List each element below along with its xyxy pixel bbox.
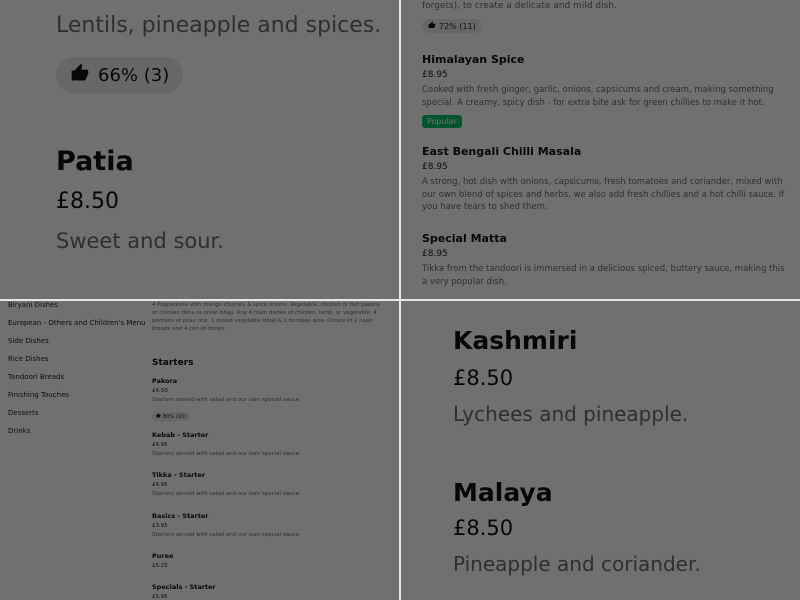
sidebar-item-rice-dishes[interactable]: Rice Dishes xyxy=(8,355,49,363)
sidebar-item-side-dishes[interactable]: Side Dishes xyxy=(8,337,49,345)
menu-item[interactable]: Tikka - Starter £4.95 Starters served wi… xyxy=(152,471,392,497)
item-name: Malaya xyxy=(453,478,553,507)
item-price: £3.95 xyxy=(152,523,168,529)
zoom-panel-kashmiri-malaya: Kashmiri £8.50 Lychees and pineapple. Ma… xyxy=(401,301,800,600)
item-price: £4.95 xyxy=(152,442,168,448)
menu-page-panel: Biryani Dishes European - Others and Chi… xyxy=(0,301,399,600)
menu-item[interactable]: Puree £5.25 xyxy=(152,552,392,569)
item-price: £4.95 xyxy=(152,482,168,488)
rating-value: 72% (11) xyxy=(439,21,476,31)
item-price: £8.95 xyxy=(422,249,448,259)
item-price: £8.95 xyxy=(422,162,448,172)
item-description: Lychees and pineapple. xyxy=(453,402,689,426)
zoom-panel-patia: Lentils, pineapple and spices. 66% (3) P… xyxy=(0,0,399,299)
item-price: £4.50 xyxy=(152,388,168,394)
item-description: Starters served with salad and our own s… xyxy=(152,397,299,403)
thumbs-up-icon xyxy=(70,63,90,88)
menu-item[interactable]: Special Matta £8.95 Tikka from the tando… xyxy=(422,232,792,288)
rating-pill: 72% (11) xyxy=(422,19,482,33)
item-name: Pakora xyxy=(152,377,178,385)
item-price: £8.50 xyxy=(453,366,514,390)
item-name: Kebab - Starter xyxy=(152,431,209,439)
item-price: £8.50 xyxy=(453,516,514,540)
menu-item[interactable]: Pakora £4.50 Starters served with salad … xyxy=(152,377,392,422)
zoom-panel-dishes: forgets), to create a delicate and mild … xyxy=(401,0,800,299)
item-description: Sweet and sour. xyxy=(56,229,224,253)
menu-item[interactable]: Basics - Starter £3.95 Starters served w… xyxy=(152,512,392,538)
item-name: Basics - Starter xyxy=(152,512,209,520)
sidebar-item-tandoori-breads[interactable]: Tandoori Breads xyxy=(8,373,64,381)
item-name: East Bengali Chilli Masala xyxy=(422,145,582,158)
sidebar-item-finishing-touches[interactable]: Finishing Touches xyxy=(8,391,69,399)
item-price: £5.25 xyxy=(152,563,168,569)
menu-item[interactable]: Specials - Starter £5.95 xyxy=(152,583,392,600)
thumbs-up-icon xyxy=(428,21,436,31)
rating-pill: 66% (3) xyxy=(56,57,184,93)
item-description: Starters served with salad and our own s… xyxy=(152,491,299,497)
popular-badge: Popular xyxy=(422,115,462,128)
rating-value: 80% (10) xyxy=(163,413,186,420)
meal-deal-description: 4 Poppadoms with mango chutney & spice o… xyxy=(152,302,380,332)
item-name: Kashmiri xyxy=(453,326,578,355)
sidebar-item-european[interactable]: European - Others and Children's Menu xyxy=(8,319,146,327)
rating-value: 66% (3) xyxy=(98,64,170,86)
rating-pill: 80% (10) xyxy=(152,412,190,421)
item-name: Special Matta xyxy=(422,232,507,245)
panel-divider xyxy=(0,299,800,301)
item-name: Himalayan Spice xyxy=(422,53,525,66)
item-price: £5.95 xyxy=(152,594,168,600)
prev-item-description: forgets), to create a delicate and mild … xyxy=(422,1,617,11)
thumbs-up-icon xyxy=(156,413,161,420)
item-price: £8.50 xyxy=(56,189,119,214)
item-price: £8.95 xyxy=(422,70,448,80)
item-name: Puree xyxy=(152,552,174,560)
item-name: Tikka - Starter xyxy=(152,471,206,479)
menu-item[interactable]: East Bengali Chilli Masala £8.95 A stron… xyxy=(422,145,792,214)
sidebar-item-biryani[interactable]: Biryani Dishes xyxy=(8,301,58,309)
item-description: Starters served with salad and our own s… xyxy=(152,451,299,457)
sidebar-item-desserts[interactable]: Desserts xyxy=(8,409,39,417)
menu-item[interactable]: Kebab - Starter £4.95 Starters served wi… xyxy=(152,431,392,457)
prev-item-description: Lentils, pineapple and spices. xyxy=(56,13,382,38)
item-name: Specials - Starter xyxy=(152,583,216,591)
item-name: Patia xyxy=(56,146,134,177)
section-title: Starters xyxy=(152,358,194,368)
item-description: Pineapple and coriander. xyxy=(453,552,701,576)
item-description: Tikka from the tandoori is immersed in a… xyxy=(422,264,785,287)
item-description: A strong, hot dish with onions, capsicum… xyxy=(422,177,785,212)
item-description: Cooked with fresh ginger, garlic, onions… xyxy=(422,85,774,108)
sidebar-item-drinks[interactable]: Drinks xyxy=(8,427,30,435)
item-description: Starters served with salad and our own s… xyxy=(152,532,299,538)
menu-item[interactable]: Himalayan Spice £8.95 Cooked with fresh … xyxy=(422,53,792,128)
